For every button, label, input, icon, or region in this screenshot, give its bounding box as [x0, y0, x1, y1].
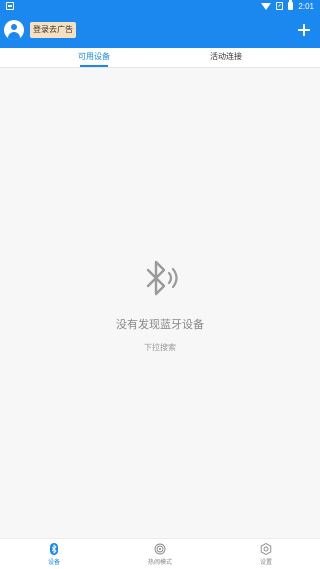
- status-time: 2:01: [298, 1, 314, 11]
- nav-label-settings: 设置: [259, 559, 272, 566]
- gear-icon: [260, 543, 272, 555]
- sim-icon: [276, 2, 284, 10]
- empty-state-title: 没有发现蓝牙设备: [116, 318, 204, 331]
- nav-item-settings[interactable]: 设置: [226, 539, 306, 569]
- nav-label-hotspot: 热闹模式: [147, 559, 172, 566]
- battery-icon: [288, 0, 294, 10]
- wifi-icon: [261, 2, 272, 10]
- plus-icon[interactable]: [294, 20, 314, 40]
- app-bar: 登录去广告: [0, 12, 320, 48]
- user-avatar-icon[interactable]: [4, 20, 24, 40]
- nav-label-devices: 设备: [47, 559, 60, 566]
- bluetooth-icon: [50, 543, 58, 555]
- notification-icon: [6, 2, 14, 10]
- nav-item-devices[interactable]: 设备: [14, 539, 94, 569]
- tab-indicator: [80, 65, 108, 67]
- bluetooth-searching-icon: [146, 260, 178, 296]
- login-remove-ads-button[interactable]: 登录去广告: [30, 22, 76, 38]
- tab-bar: 可用设备 活动连接: [0, 48, 320, 68]
- status-icons: 2:01: [261, 0, 314, 12]
- broadcast-icon: [154, 543, 166, 555]
- bottom-navigation: 设备 热闹模式 设置: [0, 538, 320, 569]
- nav-item-hotspot[interactable]: 热闹模式: [120, 539, 200, 569]
- status-bar: 2:01: [0, 0, 320, 12]
- tab-active-connections[interactable]: 活动连接: [192, 48, 260, 68]
- empty-state-hint: 下拉搜索: [144, 343, 176, 352]
